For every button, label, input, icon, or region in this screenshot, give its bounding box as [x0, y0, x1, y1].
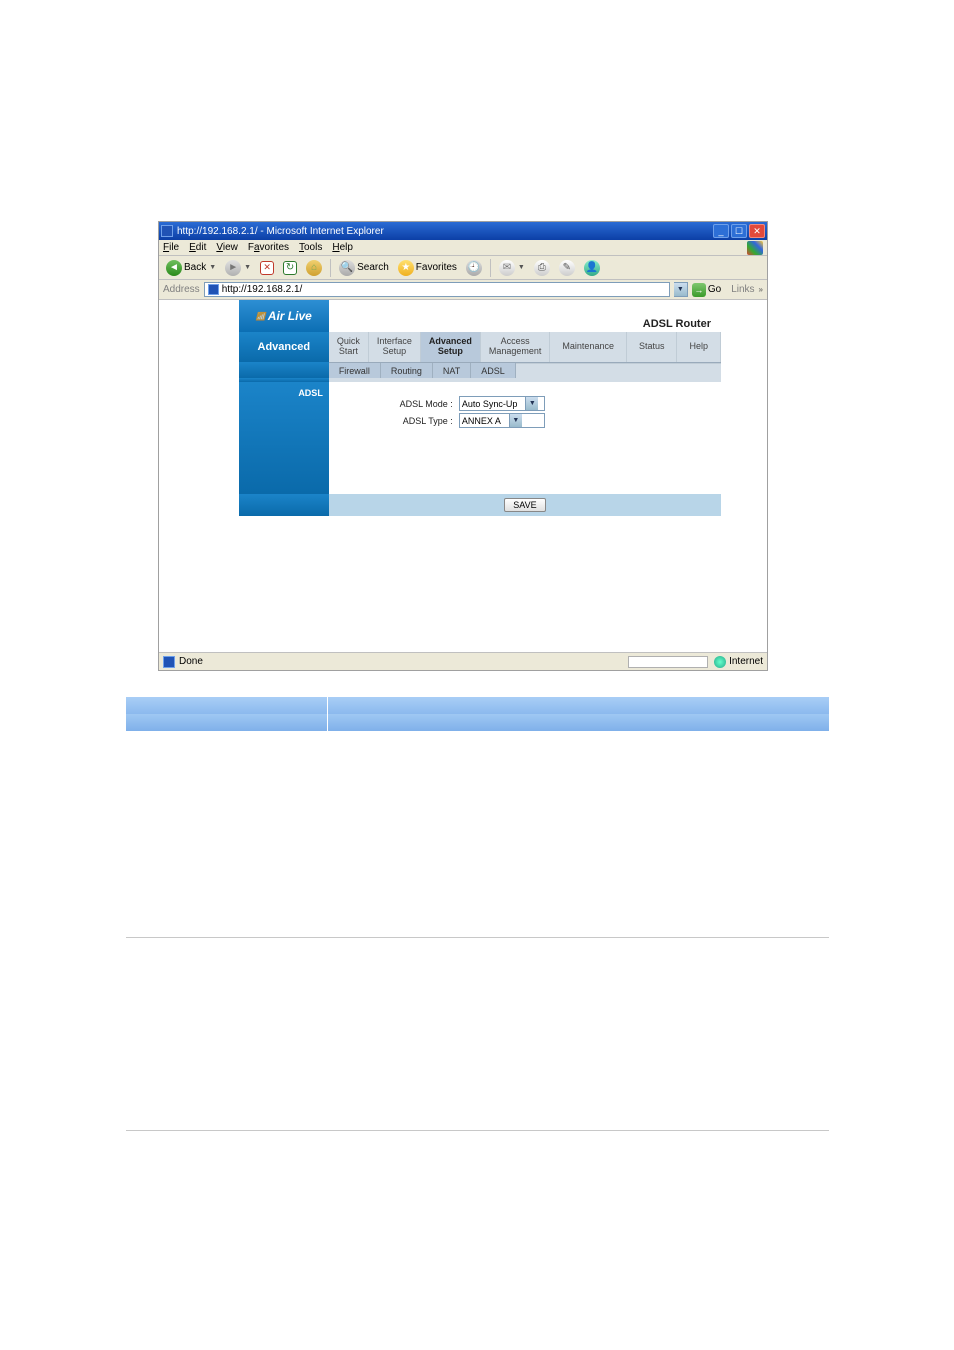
- address-dropdown-icon[interactable]: ▼: [674, 282, 688, 297]
- subtab-nat[interactable]: NAT: [433, 363, 471, 378]
- stop-icon: ✕: [260, 261, 274, 275]
- go-icon: →: [692, 283, 706, 297]
- subtab-routing[interactable]: Routing: [381, 363, 433, 378]
- internet-zone-icon: [714, 656, 726, 668]
- address-input[interactable]: http://192.168.2.1/: [204, 282, 670, 297]
- logo: 📶 Air Live: [239, 300, 329, 332]
- forward-icon: ►: [225, 260, 241, 276]
- favorites-label: Favorites: [416, 262, 457, 273]
- back-button[interactable]: ◄ Back ▼: [163, 259, 219, 277]
- status-text: Done: [179, 656, 628, 667]
- discuss-button[interactable]: 👤: [581, 259, 603, 277]
- menu-view[interactable]: View: [216, 242, 238, 253]
- favorites-icon: ★: [398, 260, 414, 276]
- tab-interface-setup[interactable]: InterfaceSetup: [369, 332, 421, 362]
- menu-favorites[interactable]: Favorites: [248, 242, 289, 253]
- back-label: Back: [184, 262, 206, 273]
- save-button[interactable]: SAVE: [504, 498, 545, 512]
- address-label: Address: [163, 284, 200, 295]
- subtab-firewall[interactable]: Firewall: [329, 363, 381, 378]
- divider: [126, 937, 829, 938]
- forward-button[interactable]: ► ▼: [222, 259, 254, 277]
- links-chevron-icon[interactable]: »: [759, 285, 763, 294]
- subtab-adsl[interactable]: ADSL: [471, 363, 516, 378]
- section-label: Advanced: [239, 332, 329, 362]
- status-progress: [628, 656, 708, 668]
- close-button[interactable]: ✕: [749, 224, 765, 238]
- chevron-down-icon: ▼: [509, 414, 522, 427]
- edit-button[interactable]: ✎: [556, 259, 578, 277]
- favorites-button[interactable]: ★ Favorites: [395, 259, 460, 277]
- home-icon: ⌂: [306, 260, 322, 276]
- mail-button[interactable]: ✉▼: [496, 259, 528, 277]
- zone-label: Internet: [729, 656, 763, 667]
- menu-help[interactable]: Help: [332, 242, 353, 253]
- status-page-icon: [163, 656, 175, 668]
- maximize-button[interactable]: ☐: [731, 224, 747, 238]
- search-button[interactable]: 🔍 Search: [336, 259, 392, 277]
- history-icon: 🕘: [466, 260, 482, 276]
- mail-icon: ✉: [499, 260, 515, 276]
- product-title: ADSL Router: [329, 300, 721, 332]
- menu-edit[interactable]: Edit: [189, 242, 206, 253]
- minimize-button[interactable]: _: [713, 224, 729, 238]
- table-header-bars: [126, 697, 829, 731]
- url-text: http://192.168.2.1/: [222, 284, 666, 295]
- ie-icon: [161, 225, 173, 237]
- print-icon: ⎙: [534, 260, 550, 276]
- back-icon: ◄: [166, 260, 182, 276]
- menu-tools[interactable]: Tools: [299, 242, 322, 253]
- body-section-label: ADSL: [239, 382, 329, 494]
- nav-tabs: QuickStart InterfaceSetup AdvancedSetup …: [329, 332, 721, 362]
- forward-dropdown-icon[interactable]: ▼: [244, 264, 251, 271]
- adsl-mode-label: ADSL Mode :: [329, 399, 459, 409]
- tab-help[interactable]: Help: [677, 332, 721, 362]
- windows-flag-icon: [747, 241, 763, 255]
- window-title: http://192.168.2.1/ - Microsoft Internet…: [177, 226, 713, 237]
- statusbar: Done Internet: [159, 652, 767, 670]
- adsl-form: ADSL Mode : Auto Sync-Up ▼ ADSL Type : A…: [329, 382, 721, 494]
- home-button[interactable]: ⌂: [303, 259, 325, 277]
- tab-status[interactable]: Status: [627, 332, 678, 362]
- tab-advanced-setup[interactable]: AdvancedSetup: [421, 332, 481, 362]
- logo-text: Air Live: [268, 309, 312, 323]
- go-label: Go: [708, 284, 721, 295]
- menu-file[interactable]: File: [163, 242, 179, 253]
- refresh-icon: ↻: [283, 261, 297, 275]
- adsl-type-value: ANNEX A: [462, 416, 501, 426]
- refresh-button[interactable]: ↻: [280, 260, 300, 276]
- page-content: 📶 Air Live ADSL Router Advanced QuickSta…: [159, 300, 767, 652]
- adsl-type-select[interactable]: ANNEX A ▼: [459, 413, 545, 428]
- history-button[interactable]: 🕘: [463, 259, 485, 277]
- go-button[interactable]: → Go: [692, 283, 721, 297]
- tab-access-management[interactable]: AccessManagement: [481, 332, 551, 362]
- adsl-mode-select[interactable]: Auto Sync-Up ▼: [459, 396, 545, 411]
- print-button[interactable]: ⎙: [531, 259, 553, 277]
- discuss-icon: 👤: [584, 260, 600, 276]
- page-favicon-icon: [208, 284, 219, 295]
- address-bar: Address http://192.168.2.1/ ▼ → Go Links…: [159, 280, 767, 300]
- links-label: Links: [731, 284, 754, 295]
- tab-maintenance[interactable]: Maintenance: [550, 332, 627, 362]
- back-dropdown-icon[interactable]: ▼: [209, 264, 216, 271]
- adsl-mode-value: Auto Sync-Up: [462, 399, 518, 409]
- security-zone: Internet: [714, 656, 763, 668]
- edit-icon: ✎: [559, 260, 575, 276]
- subnav-tabs: Firewall Routing NAT ADSL: [329, 362, 721, 378]
- stop-button[interactable]: ✕: [257, 260, 277, 276]
- menubar: File Edit View Favorites Tools Help: [159, 240, 767, 256]
- divider: [126, 1130, 829, 1131]
- titlebar: http://192.168.2.1/ - Microsoft Internet…: [159, 222, 767, 240]
- wifi-icon: 📶: [256, 312, 266, 321]
- chevron-down-icon: ▼: [525, 397, 538, 410]
- search-icon: 🔍: [339, 260, 355, 276]
- toolbar: ◄ Back ▼ ► ▼ ✕ ↻ ⌂ 🔍 Search ★ Favorites …: [159, 256, 767, 280]
- tab-quick-start[interactable]: QuickStart: [329, 332, 369, 362]
- search-label: Search: [357, 262, 389, 273]
- adsl-type-label: ADSL Type :: [329, 416, 459, 426]
- browser-window: http://192.168.2.1/ - Microsoft Internet…: [158, 221, 768, 671]
